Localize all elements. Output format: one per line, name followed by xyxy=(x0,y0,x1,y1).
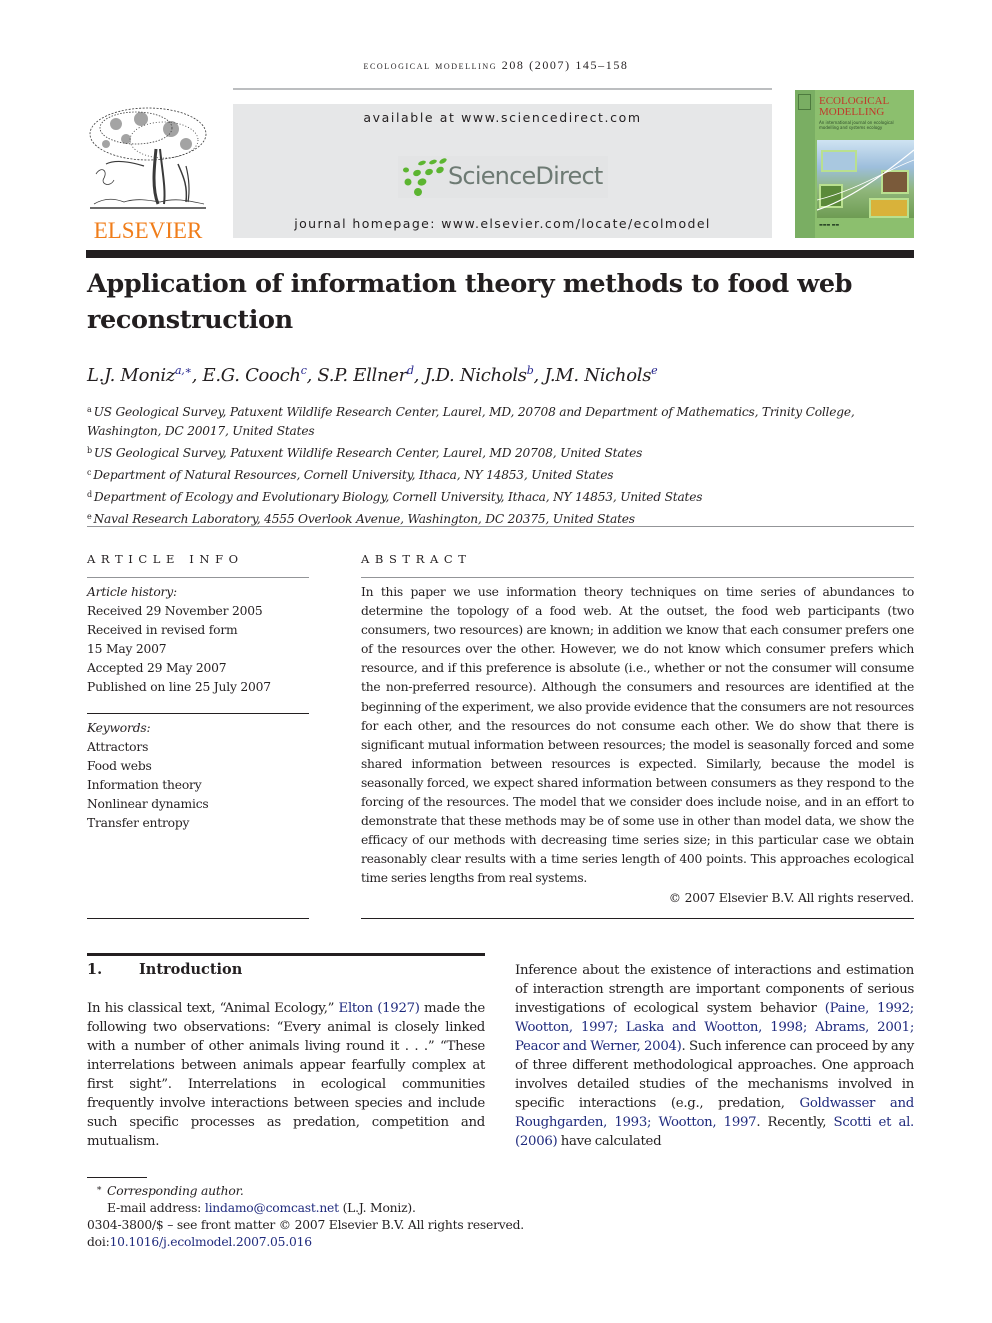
keyword[interactable]: Nonlinear dynamics xyxy=(87,795,309,814)
citation-link[interactable]: Elton (1927) xyxy=(339,1001,420,1016)
section-number: 1. xyxy=(87,961,103,978)
author[interactable]: J.M. Nicholse xyxy=(544,364,658,386)
keyword[interactable]: Attractors xyxy=(87,738,309,757)
divider xyxy=(87,577,309,578)
article-history-label: Article history: xyxy=(87,585,177,599)
author-list: L.J. Moniza,∗, E.G. Coochc, S.P. Ellnerd… xyxy=(87,364,658,386)
author[interactable]: S.P. Ellnerd xyxy=(317,364,414,386)
cover-spine xyxy=(795,90,815,238)
affiliation-list: a US Geological Survey, Patuxent Wildlife… xyxy=(87,400,917,529)
keyword[interactable]: Transfer entropy xyxy=(87,814,309,833)
section-rule xyxy=(87,953,485,956)
sciencedirect-logo-text: ScienceDirect xyxy=(448,162,603,190)
article-title: Application of information theory method… xyxy=(87,269,853,335)
article-history: Article history: Received 29 November 20… xyxy=(87,583,309,697)
author-affiliation-marker[interactable]: d xyxy=(407,364,414,377)
affiliation: b US Geological Survey, Patuxent Wildlife… xyxy=(87,446,643,460)
sciencedirect-dots-icon xyxy=(403,158,447,196)
history-item: Received in revised form xyxy=(87,623,238,637)
keywords: Keywords: Attractors Food webs Informati… xyxy=(87,719,309,833)
elsevier-wordmark: ELSEVIER xyxy=(93,218,203,243)
elsevier-logo[interactable]: ELSEVIER xyxy=(86,104,210,243)
doi-link[interactable]: 10.1016/j.ecolmodel.2007.05.016 xyxy=(110,1235,313,1249)
available-at-link[interactable]: available at www.sciencedirect.com xyxy=(233,110,772,125)
article-info: ARTICLE INFO Article history: Received 2… xyxy=(87,552,309,833)
cover-collage xyxy=(817,140,914,218)
author-affiliation-marker[interactable]: e xyxy=(651,364,658,377)
affiliation-divider xyxy=(87,526,914,527)
divider xyxy=(87,713,309,714)
abstract: ABSTRACT In this paper we use informatio… xyxy=(361,552,914,908)
cover-curve-icon xyxy=(817,149,914,211)
intro-paragraph-right: Inference about the existence of interac… xyxy=(515,963,914,1149)
doi-note: doi:10.1016/j.ecolmodel.2007.05.016 xyxy=(87,1235,313,1249)
cover-elsevier-icon xyxy=(798,94,811,110)
footnote-marker: ∗ xyxy=(96,1184,102,1194)
abstract-bottom-rule xyxy=(361,918,914,919)
corresponding-author-note: ∗ Corresponding author. xyxy=(87,1183,607,1200)
footnote-rule xyxy=(87,1177,147,1178)
keyword[interactable]: Food webs xyxy=(87,757,309,776)
masthead-rule xyxy=(86,250,914,258)
abstract-text: In this paper we use information theory … xyxy=(361,585,914,886)
cover-title: ECOLOGICAL MODELLING xyxy=(819,95,890,118)
affiliation: d Department of Ecology and Evolutionary … xyxy=(87,490,703,504)
journal-homepage-link[interactable]: journal homepage: www.elsevier.com/locat… xyxy=(233,216,772,231)
keywords-label: Keywords: xyxy=(87,721,151,735)
email-note: E-mail address: lindamo@comcast.net (L.J… xyxy=(107,1201,416,1215)
abstract-copyright: © 2007 Elsevier B.V. All rights reserved… xyxy=(668,890,914,905)
author-affiliation-marker[interactable]: a,∗ xyxy=(175,364,192,377)
author[interactable]: J.D. Nicholsb xyxy=(425,364,534,386)
footnotes: ∗ Corresponding author. E-mail address: l… xyxy=(87,1183,607,1251)
article-info-heading: ARTICLE INFO xyxy=(87,552,244,566)
email-link[interactable]: lindamo@comcast.net xyxy=(205,1201,339,1215)
elsevier-tree-icon xyxy=(89,107,207,209)
author[interactable]: E.G. Coochc xyxy=(203,364,307,386)
history-item: Accepted 29 May 2007 xyxy=(87,661,227,675)
running-header: ecological modelling 208 (2007) 145–158 xyxy=(363,58,629,72)
intro-paragraph-left: In his classical text, “Animal Ecology,”… xyxy=(87,1001,485,1149)
article-info-bottom-rule xyxy=(87,918,309,919)
section-title: Introduction xyxy=(139,961,243,978)
journal-cover-thumbnail[interactable]: ECOLOGICAL MODELLING An international jo… xyxy=(795,90,914,238)
sciencedirect-banner: available at www.sciencedirect.com Scien… xyxy=(233,104,772,238)
affiliation: a US Geological Survey, Patuxent Wildlife… xyxy=(87,405,855,438)
section-heading-introduction: 1. Introduction xyxy=(87,961,242,978)
abstract-heading: ABSTRACT xyxy=(361,552,472,566)
author[interactable]: L.J. Moniza,∗ xyxy=(87,364,192,386)
author-affiliation-marker[interactable]: b xyxy=(527,364,534,377)
sciencedirect-logo[interactable]: ScienceDirect xyxy=(398,156,608,198)
cover-subtitle: An international journal on ecological m… xyxy=(819,120,894,130)
history-item: Published on line 25 July 2007 xyxy=(87,680,271,694)
keyword[interactable]: Information theory xyxy=(87,776,309,795)
divider xyxy=(361,577,914,578)
history-item: Received 29 November 2005 xyxy=(87,604,263,618)
history-item: 15 May 2007 xyxy=(87,642,167,656)
author-affiliation-marker[interactable]: c xyxy=(301,364,307,377)
affiliation: c Department of Natural Resources, Cornel… xyxy=(87,468,614,482)
masthead-top-rule xyxy=(233,88,772,90)
front-matter-note: 0304-3800/$ – see front matter © 2007 El… xyxy=(87,1218,524,1232)
cover-footer: ▬▬▬ ▬▬ xyxy=(819,222,840,227)
